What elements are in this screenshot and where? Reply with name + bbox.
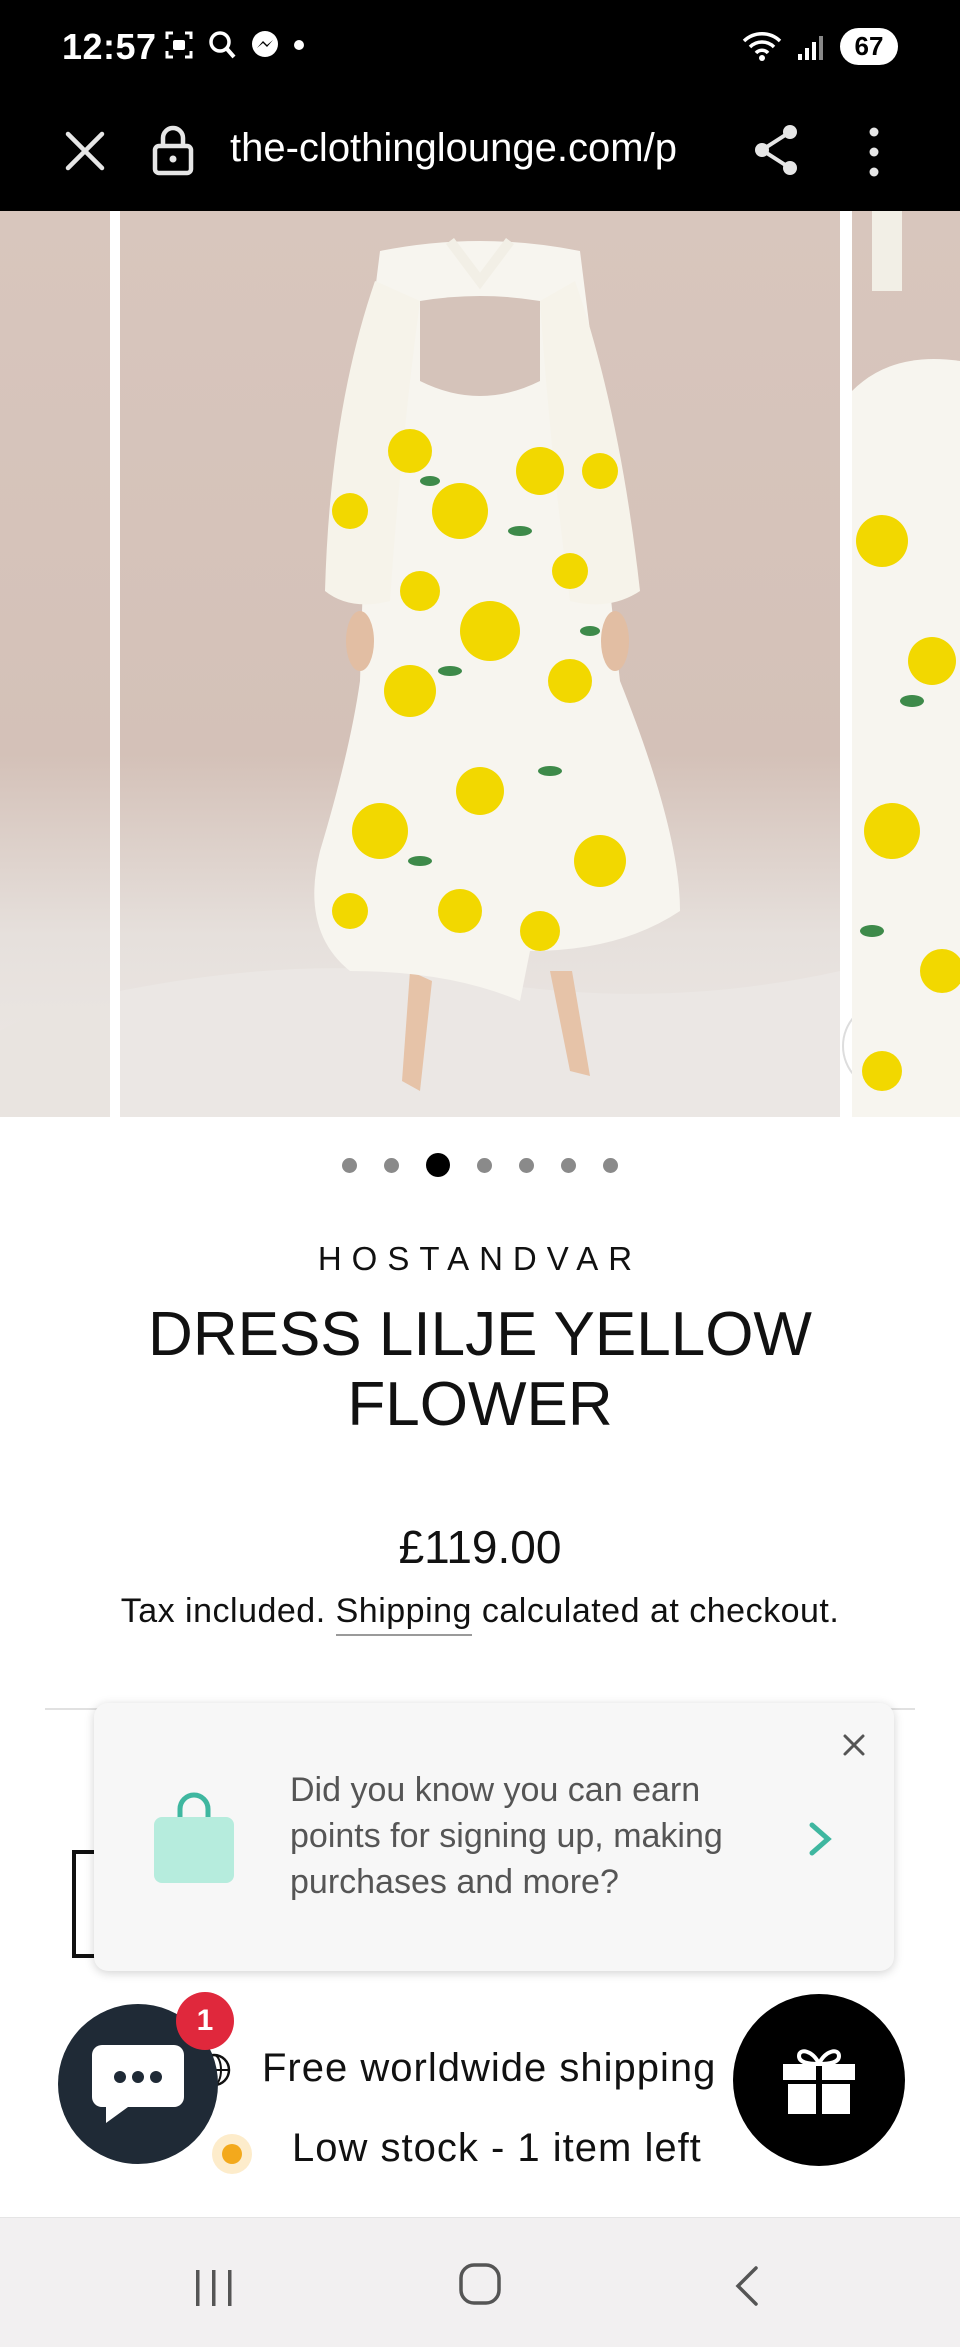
rewards-popup[interactable]: Did you know you can earn points for sig… (94, 1703, 894, 1971)
url-text[interactable]: the-clothinglounge.com/p (230, 126, 716, 171)
rewards-gift-button[interactable] (733, 1994, 905, 2166)
stock-status-dot (212, 2134, 252, 2174)
status-system-icons: 67 (742, 28, 898, 65)
pagination-dot-active[interactable] (426, 1153, 450, 1177)
lock-icon[interactable] (150, 124, 196, 176)
more-options-icon[interactable] (864, 122, 884, 182)
status-notification-icons (164, 30, 304, 60)
chevron-right-icon[interactable] (802, 1819, 838, 1859)
tax-note: Tax included. Shipping calculated at che… (0, 1592, 960, 1636)
browser-url-bar: the-clothinglounge.com/p (0, 100, 960, 211)
pagination-dot[interactable] (342, 1157, 357, 1173)
product-price: £119.00 (398, 1521, 562, 1573)
close-tab-icon[interactable] (60, 126, 110, 176)
product-image-gallery[interactable] (0, 211, 960, 1117)
battery-indicator: 67 (840, 28, 898, 65)
system-navigation-bar (0, 2217, 960, 2347)
gallery-slide-previous[interactable] (0, 211, 110, 1117)
search-notification-icon (209, 31, 236, 59)
chat-bubble-icon (92, 2045, 184, 2123)
pagination-dot[interactable] (561, 1157, 576, 1173)
gallery-slide-next[interactable] (852, 211, 960, 1117)
pagination-dot[interactable] (603, 1157, 618, 1173)
pagination-dot[interactable] (519, 1157, 534, 1173)
status-bar: 12:57 67 (0, 0, 960, 100)
gallery-slide-active[interactable] (120, 211, 932, 1117)
previous-image (0, 1013, 110, 1117)
back-icon[interactable] (732, 2264, 762, 2308)
pagination-dot[interactable] (384, 1157, 399, 1173)
rewards-message: Did you know you can earn points for sig… (290, 1771, 723, 1901)
chat-notification-badge: 1 (176, 1992, 234, 2050)
stock-info: Low stock - 1 item left (292, 2126, 702, 2170)
share-icon[interactable] (752, 122, 802, 178)
home-icon[interactable] (458, 2262, 502, 2306)
tax-prefix: Tax included. (120, 1592, 336, 1630)
product-image (120, 238, 840, 1117)
messenger-icon (252, 31, 278, 57)
shipping-link[interactable]: Shipping (335, 1592, 472, 1636)
signal-icon (798, 35, 823, 60)
gift-icon (783, 2049, 855, 2114)
gallery-pagination (0, 1150, 960, 1180)
close-icon[interactable] (840, 1731, 868, 1759)
recent-apps-icon[interactable] (192, 2268, 236, 2308)
tax-suffix: calculated at checkout. (471, 1592, 840, 1630)
shopping-bag-icon (154, 1792, 234, 1883)
pagination-dot[interactable] (477, 1157, 492, 1173)
next-image (852, 211, 960, 1117)
notification-dot (294, 40, 304, 50)
screenshot-icon (165, 31, 193, 59)
product-vendor[interactable]: HOSTANDVAR (0, 1240, 960, 1278)
shipping-info: Free worldwide shipping (262, 2046, 717, 2090)
status-time: 12:57 (62, 26, 157, 67)
wifi-icon (742, 31, 782, 61)
product-title: DRESS LILJE YELLOW FLOWER (148, 1300, 812, 1439)
